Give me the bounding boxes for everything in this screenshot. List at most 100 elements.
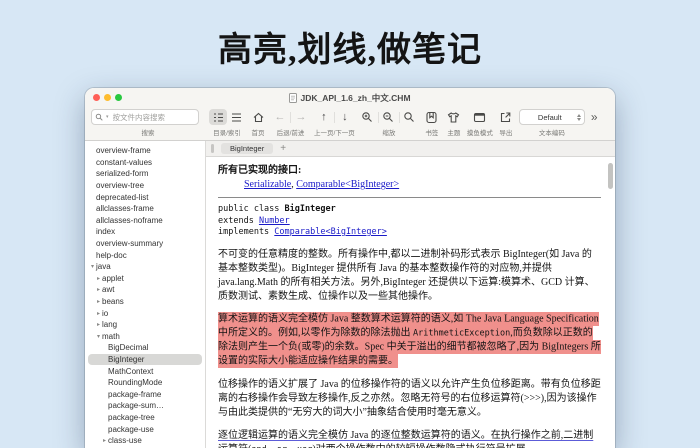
sidebar-item-label: index (96, 227, 115, 236)
sidebar-item-math[interactable]: ▾math (85, 331, 205, 343)
close-window-button[interactable] (93, 94, 100, 101)
title-bar: JDK_API_1.6_zh_中文.CHM (85, 88, 615, 105)
sidebar-item-label: package-tree (108, 413, 155, 422)
sidebar-item-label: awt (102, 285, 114, 294)
arrow-down-icon: ↓ (342, 112, 348, 123)
index-button[interactable] (227, 109, 245, 125)
search-icon (95, 113, 104, 122)
chevron-right-icon[interactable]: ▸ (95, 298, 102, 305)
doc-link[interactable]: Comparable<BigInteger> (274, 227, 387, 237)
doc-link[interactable]: Number (259, 216, 290, 226)
back-button[interactable]: ← (271, 109, 289, 125)
text-span: implements (218, 227, 274, 237)
tab-biginteger[interactable]: BigInteger (221, 143, 273, 155)
sidebar-item-package-tree[interactable]: package-tree (85, 412, 205, 424)
minimize-window-button[interactable] (104, 94, 111, 101)
doc-link[interactable]: Serializable (244, 179, 291, 190)
arrow-left-icon: ← (275, 112, 286, 123)
bookmark-button[interactable] (423, 109, 441, 125)
sidebar-item-label: BigDecimal (108, 343, 148, 352)
forward-button[interactable]: → (292, 109, 310, 125)
arrow-right-icon: → (296, 112, 307, 123)
home-label: 首页 (252, 127, 265, 137)
toolbar-overflow-button[interactable]: » (589, 109, 600, 125)
sidebar-item-overview-summary[interactable]: overview-summary (85, 238, 205, 250)
next-page-button[interactable]: ↓ (336, 109, 354, 125)
window-title: JDK_API_1.6_zh_中文.CHM (300, 92, 410, 104)
doc-paragraph-highlight[interactable]: 算术运算的语义完全模仿 Java 整数算术运算符的语义,如 The Java L… (218, 313, 601, 369)
chevron-right-icon[interactable]: ▸ (95, 310, 102, 317)
arrow-up-icon: ↑ (321, 112, 327, 123)
sidebar-item-label: overview-tree (96, 181, 144, 190)
sidebar-item-package-use[interactable]: package-use (85, 423, 205, 435)
sidebar-item-beans[interactable]: ▸beans (85, 296, 205, 308)
sidebar-item-io[interactable]: ▸io (85, 307, 205, 319)
doc-paragraph-underline[interactable]: 逐位逻辑运算的语义完全模仿 Java 的逐位整数运算符的语义。在执行操作之前,二… (218, 429, 601, 448)
toc-button[interactable] (209, 109, 227, 125)
sidebar-item-label: overview-frame (96, 146, 151, 155)
zoom-label: 缩放 (382, 127, 395, 137)
sidebar-item-label: overview-summary (96, 239, 163, 248)
content-pane: BigInteger + 所有已实现的接口:Serializable, Comp… (206, 141, 615, 448)
doc-link[interactable]: Comparable<BigInteger> (296, 179, 399, 190)
zoom-out-button[interactable] (380, 109, 398, 125)
content-scrollbar-thumb[interactable] (608, 163, 613, 189)
sidebar-item-index[interactable]: index (85, 226, 205, 238)
export-button[interactable] (497, 109, 515, 125)
sidebar-item-lang[interactable]: ▸lang (85, 319, 205, 331)
sidebar-item-class-use[interactable]: ▸class-use (85, 435, 205, 447)
code-span: xor (297, 445, 312, 448)
app-window: JDK_API_1.6_zh_中文.CHM ▾ 搜索 (85, 88, 615, 448)
sidebar-item-label: RoundingMode (108, 378, 162, 387)
fish-mode-label: 摸鱼模式 (467, 127, 493, 137)
window-chrome: JDK_API_1.6_zh_中文.CHM ▾ 搜索 (85, 88, 615, 141)
back-forward-label: 后退/前进 (277, 127, 305, 137)
chevron-right-icon[interactable]: ▸ (101, 437, 108, 444)
fullscreen-window-button[interactable] (115, 94, 122, 101)
sidebar-item-allclasses-noframe[interactable]: allclasses-noframe (85, 215, 205, 227)
sidebar-item-biginteger[interactable]: BigInteger (88, 354, 202, 366)
new-tab-button[interactable]: + (280, 144, 286, 154)
sidebar-item-label: BigInteger (108, 355, 144, 364)
export-label: 导出 (499, 127, 512, 137)
home-button[interactable] (249, 109, 267, 125)
sidebar-item-awt[interactable]: ▸awt (85, 284, 205, 296)
chevron-right-icon[interactable]: ▸ (95, 321, 102, 328)
sidebar-item-deprecated-list[interactable]: deprecated-list (85, 191, 205, 203)
search-input[interactable]: ▾ (91, 109, 199, 125)
sidebar-item-java[interactable]: ▾java (85, 261, 205, 273)
chevron-right-icon[interactable]: ▸ (95, 275, 102, 282)
sidebar-item-roundingmode[interactable]: RoundingMode (85, 377, 205, 389)
underline-annotation[interactable]: 逐位逻辑运算的语义完全模仿 Java 的逐位整数运算符的语义。在执行操作之前,二… (218, 430, 593, 448)
theme-button[interactable] (445, 109, 463, 125)
chevron-down-icon[interactable]: ▾ (95, 333, 102, 340)
pane-splitter-handle[interactable] (211, 144, 214, 153)
implemented-interfaces-links: Serializable, Comparable<BigInteger> (244, 178, 601, 192)
sidebar-item-allclasses-frame[interactable]: allclasses-frame (85, 203, 205, 215)
sidebar-item-label: io (102, 309, 108, 318)
zoom-reset-button[interactable] (401, 109, 419, 125)
highlight-annotation[interactable]: 算术运算的语义完全模仿 Java 整数算术运算符的语义,如 The Java L… (218, 312, 601, 368)
fish-mode-button[interactable] (471, 109, 489, 125)
sidebar-item-label: constant-values (96, 158, 152, 167)
sidebar-item-label: allclasses-frame (96, 204, 154, 213)
chevron-right-icon[interactable]: ▸ (95, 286, 102, 293)
sidebar-item-constant-values[interactable]: constant-values (85, 157, 205, 169)
sidebar-item-mathcontext[interactable]: MathContext (85, 365, 205, 377)
zoom-in-button[interactable] (359, 109, 377, 125)
sidebar-item-serialized-form[interactable]: serialized-form (85, 168, 205, 180)
sidebar-item-applet[interactable]: ▸applet (85, 273, 205, 285)
sidebar-item-overview-frame[interactable]: overview-frame (85, 145, 205, 157)
text-span: extends (218, 216, 259, 226)
sidebar-item-package-frame[interactable]: package-frame (85, 388, 205, 400)
encoding-value: Default (523, 113, 577, 122)
sidebar-item-help-doc[interactable]: help-doc (85, 249, 205, 261)
encoding-select[interactable]: Default (519, 109, 585, 125)
sidebar-item-bigdecimal[interactable]: BigDecimal (85, 342, 205, 354)
search-scope-chevron-icon[interactable]: ▾ (106, 114, 109, 120)
sidebar-item-overview-tree[interactable]: overview-tree (85, 180, 205, 192)
prev-page-button[interactable]: ↑ (315, 109, 333, 125)
sidebar-item-package-sum-[interactable]: package-sum… (85, 400, 205, 412)
sidebar-item-label: class-use (108, 436, 142, 445)
chevron-down-icon[interactable]: ▾ (89, 263, 96, 270)
